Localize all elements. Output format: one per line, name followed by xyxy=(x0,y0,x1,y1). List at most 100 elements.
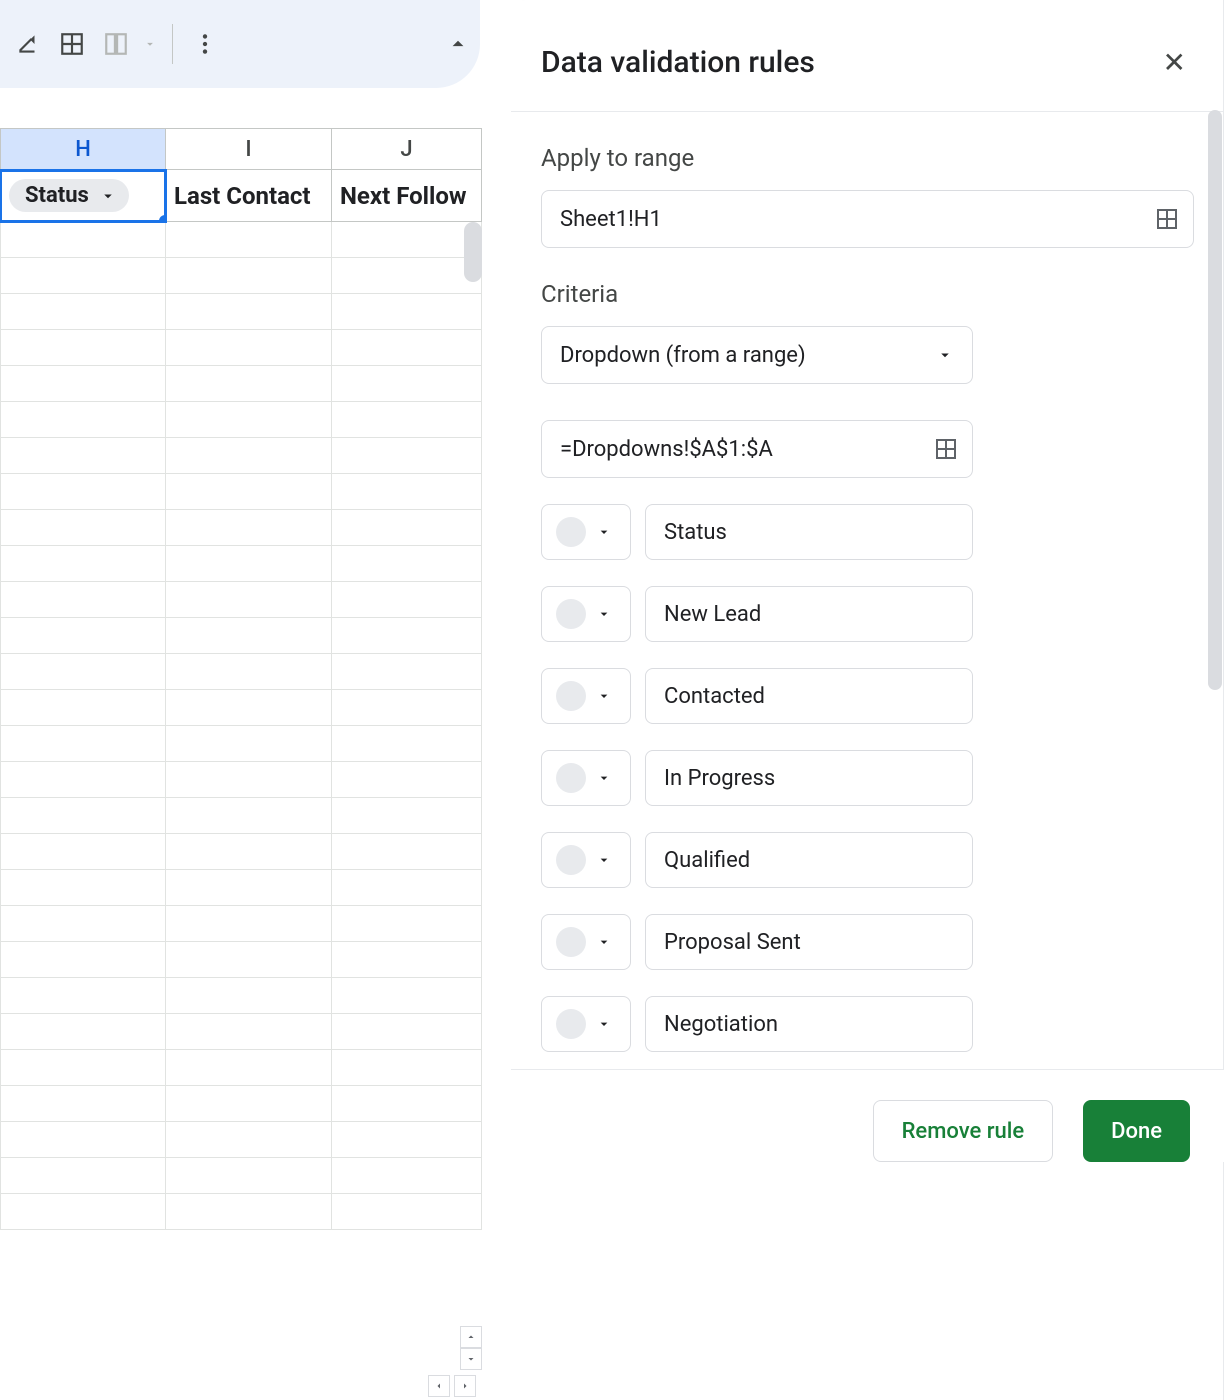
empty-cell[interactable] xyxy=(166,1050,332,1086)
column-header-h[interactable]: H xyxy=(0,128,166,170)
option-value[interactable]: In Progress xyxy=(645,750,973,806)
empty-cell[interactable] xyxy=(0,690,166,726)
empty-cell[interactable] xyxy=(166,942,332,978)
empty-cell[interactable] xyxy=(166,1014,332,1050)
empty-cell[interactable] xyxy=(166,1194,332,1230)
range-formula-field[interactable]: =Dropdowns!$A$1:$A xyxy=(541,420,973,478)
empty-cell[interactable] xyxy=(332,402,482,438)
empty-cell[interactable] xyxy=(166,1122,332,1158)
more-vert-icon[interactable] xyxy=(183,22,227,66)
empty-cell[interactable] xyxy=(166,618,332,654)
empty-cell[interactable] xyxy=(0,942,166,978)
done-button[interactable]: Done xyxy=(1083,1100,1190,1162)
option-value[interactable]: Qualified xyxy=(645,832,973,888)
chevron-up-icon[interactable] xyxy=(436,22,480,66)
option-value[interactable]: Negotiation xyxy=(645,996,973,1052)
panel-scrollbar[interactable] xyxy=(1208,110,1222,690)
apply-range-field[interactable]: Sheet1!H1 xyxy=(541,190,1194,248)
empty-cell[interactable] xyxy=(166,474,332,510)
empty-cell[interactable] xyxy=(0,330,166,366)
color-picker[interactable] xyxy=(541,668,631,724)
cell-j1[interactable]: Next Follow xyxy=(332,170,482,222)
empty-cell[interactable] xyxy=(332,582,482,618)
empty-cell[interactable] xyxy=(332,222,482,258)
empty-cell[interactable] xyxy=(166,402,332,438)
empty-cell[interactable] xyxy=(0,1014,166,1050)
empty-cell[interactable] xyxy=(332,906,482,942)
empty-cell[interactable] xyxy=(166,330,332,366)
empty-cell[interactable] xyxy=(332,258,482,294)
empty-cell[interactable] xyxy=(332,690,482,726)
empty-cell[interactable] xyxy=(332,474,482,510)
dropdown-arrow-icon[interactable] xyxy=(138,22,162,66)
color-picker[interactable] xyxy=(541,914,631,970)
empty-cell[interactable] xyxy=(0,510,166,546)
empty-cell[interactable] xyxy=(166,654,332,690)
remove-rule-button[interactable]: Remove rule xyxy=(873,1100,1054,1162)
empty-cell[interactable] xyxy=(0,654,166,690)
empty-cell[interactable] xyxy=(332,1194,482,1230)
color-picker[interactable] xyxy=(541,832,631,888)
empty-cell[interactable] xyxy=(0,1194,166,1230)
empty-cell[interactable] xyxy=(332,1014,482,1050)
empty-cell[interactable] xyxy=(166,834,332,870)
empty-cell[interactable] xyxy=(166,582,332,618)
merge-cells-icon[interactable] xyxy=(94,22,138,66)
empty-cell[interactable] xyxy=(332,546,482,582)
scroll-left-icon[interactable] xyxy=(428,1375,450,1397)
empty-cell[interactable] xyxy=(166,726,332,762)
empty-cell[interactable] xyxy=(332,1050,482,1086)
empty-cell[interactable] xyxy=(166,870,332,906)
empty-cell[interactable] xyxy=(332,438,482,474)
empty-cell[interactable] xyxy=(332,1158,482,1194)
empty-cell[interactable] xyxy=(332,870,482,906)
scroll-up-icon[interactable] xyxy=(460,1326,482,1348)
grid-select-icon[interactable] xyxy=(1155,207,1179,231)
empty-cell[interactable] xyxy=(0,906,166,942)
color-picker[interactable] xyxy=(541,750,631,806)
empty-cell[interactable] xyxy=(166,294,332,330)
color-picker[interactable] xyxy=(541,586,631,642)
cell-i1[interactable]: Last Contact xyxy=(166,170,332,222)
color-picker[interactable] xyxy=(541,504,631,560)
empty-cell[interactable] xyxy=(166,690,332,726)
empty-cell[interactable] xyxy=(332,834,482,870)
empty-cell[interactable] xyxy=(0,546,166,582)
empty-cell[interactable] xyxy=(332,654,482,690)
cell-h1[interactable]: Status xyxy=(0,170,166,222)
empty-cell[interactable] xyxy=(166,546,332,582)
empty-cell[interactable] xyxy=(0,618,166,654)
empty-cell[interactable] xyxy=(332,726,482,762)
empty-cell[interactable] xyxy=(332,510,482,546)
empty-cell[interactable] xyxy=(0,1086,166,1122)
empty-cell[interactable] xyxy=(0,222,166,258)
column-header-j[interactable]: J xyxy=(332,128,482,170)
empty-cell[interactable] xyxy=(166,1086,332,1122)
empty-cell[interactable] xyxy=(332,294,482,330)
close-icon[interactable]: ✕ xyxy=(1155,42,1194,83)
empty-cell[interactable] xyxy=(0,978,166,1014)
empty-cell[interactable] xyxy=(0,834,166,870)
scroll-down-icon[interactable] xyxy=(460,1348,482,1370)
empty-cell[interactable] xyxy=(166,762,332,798)
empty-cell[interactable] xyxy=(0,258,166,294)
empty-cell[interactable] xyxy=(0,726,166,762)
empty-cell[interactable] xyxy=(332,942,482,978)
empty-cell[interactable] xyxy=(0,294,166,330)
empty-cell[interactable] xyxy=(166,1158,332,1194)
empty-cell[interactable] xyxy=(0,582,166,618)
paint-format-icon[interactable] xyxy=(6,22,50,66)
empty-cell[interactable] xyxy=(166,510,332,546)
empty-cell[interactable] xyxy=(0,798,166,834)
empty-cell[interactable] xyxy=(0,474,166,510)
empty-cell[interactable] xyxy=(0,1122,166,1158)
empty-cell[interactable] xyxy=(0,402,166,438)
dropdown-chip[interactable]: Status xyxy=(9,179,129,212)
empty-cell[interactable] xyxy=(0,366,166,402)
empty-cell[interactable] xyxy=(332,330,482,366)
empty-cell[interactable] xyxy=(0,1158,166,1194)
empty-cell[interactable] xyxy=(166,258,332,294)
empty-cell[interactable] xyxy=(0,762,166,798)
empty-cell[interactable] xyxy=(166,366,332,402)
option-value[interactable]: Contacted xyxy=(645,668,973,724)
